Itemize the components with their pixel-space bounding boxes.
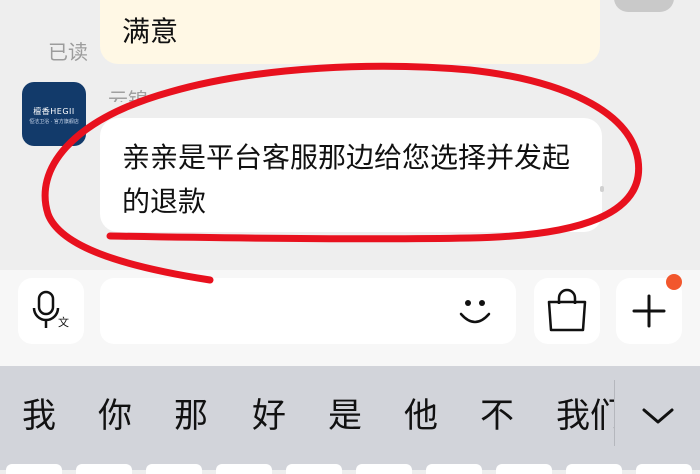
smiley-face-icon <box>459 300 491 324</box>
keyboard-key[interactable] <box>566 464 622 474</box>
received-message-bubble[interactable]: 亲亲是平台客服那边给您选择并发起的退款 <box>100 118 602 232</box>
expand-candidates-button[interactable] <box>636 394 680 438</box>
candidate-word[interactable]: 那 <box>174 394 208 438</box>
microphone-text-icon: 文 <box>32 290 69 329</box>
candidate-word[interactable]: 他 <box>404 394 438 438</box>
ime-keyboard: 我 你 那 好 是 他 不 我们 <box>0 366 700 474</box>
notification-badge <box>666 274 682 290</box>
read-status: 已读 <box>48 40 88 64</box>
voice-input-button[interactable]: 文 <box>18 278 84 344</box>
candidate-divider <box>614 380 615 446</box>
keyboard-key[interactable] <box>76 464 132 474</box>
keyboard-key[interactable] <box>356 464 412 474</box>
sent-message-bubble[interactable]: 满意 <box>100 0 600 64</box>
own-avatar[interactable] <box>614 0 674 12</box>
sender-name: 云锦 <box>108 88 148 102</box>
keyboard-keys-row <box>0 464 700 474</box>
candidate-word[interactable]: 是 <box>328 394 362 438</box>
candidate-word[interactable]: 好 <box>252 394 286 438</box>
keyboard-key[interactable] <box>286 464 342 474</box>
avatar-logo-text: 檀香HEGII <box>33 107 75 116</box>
keyboard-key[interactable] <box>636 464 692 474</box>
shopping-bag-icon <box>547 288 587 332</box>
keyboard-key[interactable] <box>216 464 272 474</box>
emoji-button[interactable] <box>452 288 498 334</box>
keyboard-key[interactable] <box>496 464 552 474</box>
candidate-word[interactable]: 你 <box>98 394 132 438</box>
keyboard-key[interactable] <box>146 464 202 474</box>
chat-input-bar: 文 <box>0 270 700 366</box>
avatar-logo-subtext: 恒洁卫浴 · 官方旗舰店 <box>29 119 79 125</box>
svg-text:文: 文 <box>58 315 69 329</box>
product-button[interactable] <box>534 278 600 344</box>
candidate-word[interactable]: 不 <box>480 394 514 438</box>
keyboard-key[interactable] <box>426 464 482 474</box>
chat-area: 满意 已读 檀香HEGII 恒洁卫浴 · 官方旗舰店 云锦 亲亲是平台客服那边给… <box>0 0 700 270</box>
scroll-indicator <box>600 186 604 192</box>
candidate-bar: 我 你 那 好 是 他 不 我们 <box>0 394 620 438</box>
candidate-word[interactable]: 我们 <box>556 394 614 438</box>
shop-avatar[interactable]: 檀香HEGII 恒洁卫浴 · 官方旗舰店 <box>22 82 86 146</box>
candidate-word[interactable]: 我 <box>22 394 56 438</box>
chevron-down-icon <box>642 408 674 424</box>
sent-message-text: 满意 <box>122 15 179 48</box>
keyboard-key[interactable] <box>6 464 62 474</box>
received-message-text: 亲亲是平台客服那边给您选择并发起的退款 <box>122 141 571 218</box>
